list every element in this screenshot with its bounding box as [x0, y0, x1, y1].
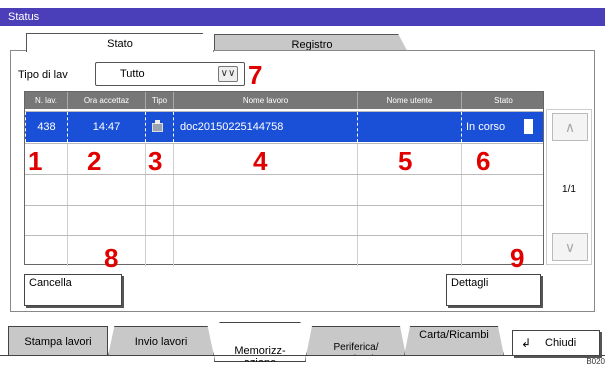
- page-indicator: 1/1: [562, 184, 576, 195]
- divider: [0, 355, 605, 356]
- print-icon: [152, 120, 163, 132]
- cell-job-name: doc20150225144758: [173, 112, 357, 142]
- cell-empty: [357, 236, 461, 266]
- details-button[interactable]: Dettagli: [446, 274, 541, 306]
- cell-empty: [67, 144, 145, 174]
- cell-empty: [357, 206, 461, 236]
- tab-periferica-label: Periferica/ Comunicazione: [321, 342, 391, 365]
- callout-2: 2: [87, 146, 102, 176]
- cell-empty: [461, 175, 545, 205]
- cell-empty: [173, 206, 357, 236]
- tab-carta-label: Carta/Ricambi: [419, 329, 489, 341]
- cell-empty: [67, 206, 145, 236]
- cell-empty: [461, 236, 545, 266]
- table-row[interactable]: [25, 143, 543, 174]
- column-header-user[interactable]: Nome utente: [357, 92, 461, 109]
- figure-code: B020: [586, 357, 605, 365]
- callout-3: 3: [148, 146, 163, 176]
- tab-carta-ricambi[interactable]: Carta/Ricambi: [404, 326, 504, 356]
- table-row[interactable]: 438 14:47 doc20150225144758 In corso: [25, 111, 543, 142]
- cell-empty: [25, 236, 67, 266]
- tab-memorizzazione[interactable]: Memorizz- azione: [214, 322, 306, 362]
- tab-stato[interactable]: Stato: [26, 33, 214, 52]
- job-type-label: Tipo di lav: [18, 69, 68, 81]
- tab-invio-lavori[interactable]: Invio lavori: [108, 326, 214, 356]
- table-row[interactable]: [25, 205, 543, 236]
- cell-time: 14:47: [67, 112, 145, 142]
- tab-stampa-lavori[interactable]: Stampa lavori: [8, 326, 108, 356]
- cancel-button[interactable]: Cancella: [24, 274, 122, 306]
- column-header-type[interactable]: Tipo: [145, 92, 173, 109]
- job-table: N. lav. Ora accettaz Tipo Nome lavoro No…: [24, 91, 544, 266]
- callout-7: 7: [248, 60, 263, 90]
- cell-empty: [67, 175, 145, 205]
- job-type-value: Tutto: [120, 68, 145, 80]
- cell-empty: [173, 175, 357, 205]
- job-no-text: 438: [37, 121, 56, 133]
- cell-job-no: 438: [25, 112, 67, 142]
- job-name-text: doc20150225144758: [180, 121, 284, 133]
- callout-5: 5: [398, 146, 413, 176]
- cell-status: In corso: [461, 112, 545, 142]
- cell-empty: [173, 236, 357, 266]
- cell-empty: [145, 236, 173, 266]
- close-button[interactable]: ↲ Chiudi: [512, 330, 600, 356]
- job-type-select[interactable]: Tutto ∨∨: [95, 62, 245, 86]
- cell-empty: [461, 144, 545, 174]
- table-row[interactable]: [25, 235, 543, 266]
- time-text: 14:47: [92, 121, 121, 133]
- callout-4: 4: [253, 146, 268, 176]
- table-header: N. lav. Ora accettaz Tipo Nome lavoro No…: [25, 92, 543, 109]
- callout-8: 8: [104, 243, 119, 273]
- cell-empty: [145, 175, 173, 205]
- window-title: Status: [8, 11, 40, 23]
- tab-stampa-label: Stampa lavori: [24, 336, 92, 348]
- callout-9: 9: [510, 243, 525, 273]
- cell-empty: [461, 206, 545, 236]
- column-header-time[interactable]: Ora accettaz: [67, 92, 145, 109]
- cell-empty: [357, 175, 461, 205]
- close-label: Chiudi: [545, 337, 577, 349]
- chevron-down-icon[interactable]: ∨: [552, 233, 588, 261]
- status-text: In corso: [466, 121, 506, 133]
- scroll-pane: ∧ 1/1 ∨: [546, 109, 592, 265]
- callout-1: 1: [28, 146, 43, 176]
- chevron-down-icon[interactable]: ∨∨: [218, 66, 238, 82]
- window-title-bar: Status: [0, 8, 605, 26]
- cell-empty: [25, 206, 67, 236]
- chevron-up-icon[interactable]: ∧: [552, 113, 588, 141]
- cell-empty: [145, 206, 173, 236]
- callout-6: 6: [476, 146, 491, 176]
- cell-user: [357, 112, 461, 142]
- column-header-job-no[interactable]: N. lav.: [25, 92, 67, 109]
- column-header-status[interactable]: Stato: [461, 92, 545, 109]
- return-arrow-icon: ↲: [521, 336, 532, 350]
- table-row[interactable]: [25, 174, 543, 205]
- progress-icon: [524, 119, 533, 134]
- tab-stato-label: Stato: [107, 38, 133, 50]
- column-header-job-name[interactable]: Nome lavoro: [173, 92, 357, 109]
- cell-type: [145, 112, 173, 142]
- tab-periferica[interactable]: Periferica/ Comunicazione: [306, 326, 406, 356]
- tab-invio-label: Invio lavori: [134, 336, 188, 348]
- cell-empty: [25, 175, 67, 205]
